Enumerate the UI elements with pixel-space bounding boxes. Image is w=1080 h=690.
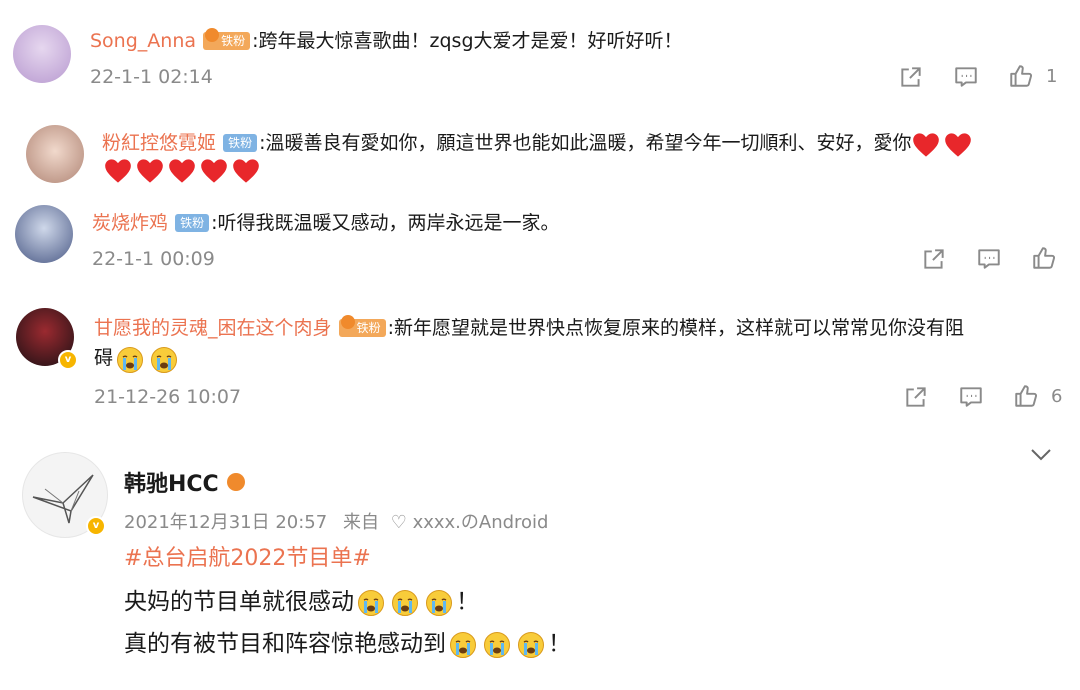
comment-icon: [953, 64, 979, 90]
post-source[interactable]: xxxx.のAndroid: [413, 512, 549, 533]
comment-button[interactable]: [953, 64, 979, 90]
share-button[interactable]: [921, 246, 947, 272]
comment-time: 22-1-1 00:09: [92, 248, 215, 270]
chevron-down-icon: [1031, 449, 1051, 461]
fan-badge: 铁粉: [203, 27, 251, 50]
comment-text: :溫暖善良有愛如你，願這世界也能如此溫暖，希望今年一切順利、安好，愛你: [259, 132, 912, 154]
crying-emoji: [483, 631, 511, 659]
post-text: ！: [548, 631, 571, 657]
avatar[interactable]: [13, 25, 71, 83]
heart-emoji: [200, 158, 228, 184]
crying-emoji: [517, 631, 545, 659]
post-time: 2021年12月31日 20:57: [124, 512, 328, 533]
post-author[interactable]: 韩驰HCC: [124, 466, 219, 498]
comment-time: 21-12-26 10:07: [94, 386, 242, 408]
comment-button[interactable]: [976, 246, 1002, 272]
topic-link[interactable]: #总台启航2022节目单#: [124, 540, 371, 572]
crying-emoji: [449, 631, 477, 659]
comment-username[interactable]: 炭烧炸鸡: [92, 212, 168, 234]
post-text: 真的有被节目和阵容惊艳感动到: [124, 631, 446, 657]
verified-badge: v: [58, 350, 78, 370]
heart-emoji: [232, 158, 260, 184]
crying-emoji: [357, 589, 385, 617]
comment-username[interactable]: 甘愿我的灵魂_困在这个肉身: [94, 317, 332, 339]
comment-text: 碍: [94, 347, 114, 369]
heart-emoji: [168, 158, 196, 184]
comment-button[interactable]: [958, 384, 984, 410]
like-button[interactable]: 6: [1013, 383, 1062, 409]
crying-emoji: [150, 346, 178, 374]
share-button[interactable]: [898, 64, 924, 90]
like-icon: [1031, 245, 1057, 271]
like-icon: [1013, 383, 1039, 409]
heart-outline-icon: ♡: [390, 512, 407, 533]
post-text: 央妈的节目单就很感动: [124, 589, 354, 615]
post-source-prefix: 来自: [342, 512, 379, 533]
heart-emoji: [104, 158, 132, 184]
crying-emoji: [391, 589, 419, 617]
post-text: ！: [456, 589, 479, 615]
comment-text: :新年愿望就是世界快点恢复原来的模样，这样就可以常常见你没有阻: [387, 317, 965, 339]
heart-emoji: [944, 132, 972, 158]
heart-emoji: [136, 158, 164, 184]
avatar[interactable]: [26, 125, 84, 183]
crying-emoji: [116, 346, 144, 374]
comment-username[interactable]: 粉紅控悠霓姬: [102, 132, 216, 154]
like-button[interactable]: [1031, 245, 1057, 271]
comment-username[interactable]: Song_Anna: [90, 30, 196, 52]
comment-text: :跨年最大惊喜歌曲！zqsg大爱才是爱！好听好听！: [252, 30, 683, 52]
like-icon: [1008, 63, 1034, 89]
fan-badge: 铁粉: [223, 133, 258, 152]
fan-badge: 铁粉: [175, 213, 210, 232]
crying-emoji: [425, 589, 453, 617]
heart-emoji: [912, 132, 940, 158]
comment-text: :听得我既温暖又感动，两岸永远是一家。: [211, 212, 560, 234]
avatar[interactable]: [15, 205, 73, 263]
like-count: 6: [1051, 385, 1063, 407]
share-icon: [898, 64, 924, 90]
share-button[interactable]: [903, 384, 929, 410]
expand-button[interactable]: [1028, 443, 1054, 465]
like-button[interactable]: 1: [1008, 63, 1057, 89]
like-count: 1: [1046, 65, 1058, 87]
fan-badge: 铁粉: [338, 314, 386, 337]
comment-icon: [976, 246, 1002, 272]
comment-icon: [958, 384, 984, 410]
comment-time: 22-1-1 02:14: [90, 66, 213, 88]
verified-badge: v: [86, 516, 106, 536]
fan-crown-icon: [226, 473, 245, 491]
share-icon: [903, 384, 929, 410]
share-icon: [921, 246, 947, 272]
